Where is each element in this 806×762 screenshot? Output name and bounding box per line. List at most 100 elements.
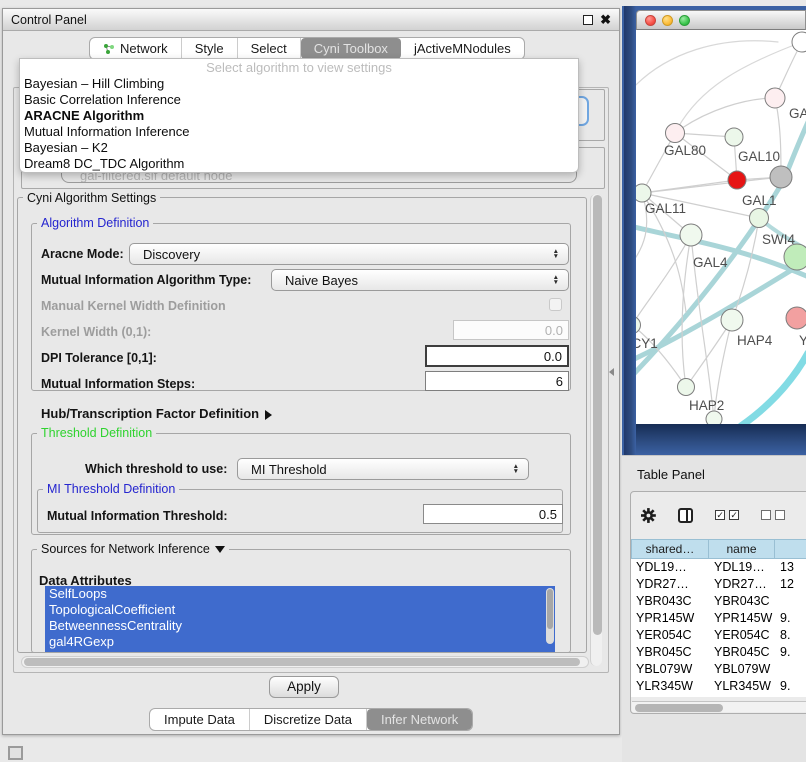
network-node[interactable] (680, 224, 702, 246)
settings-vertical-scrollbar[interactable] (590, 194, 602, 666)
network-edge[interactable] (675, 42, 802, 133)
network-graph[interactable]: GAL7GAL80GAL10GAL1GAL11SWI4GAL4GCY1HAP4Y… (636, 30, 806, 424)
algorithm-option[interactable]: Dream8 DC_TDC Algorithm (20, 156, 578, 172)
table-cell: YIL052C (709, 695, 775, 697)
network-node[interactable] (792, 32, 806, 52)
algorithm-option[interactable]: Bayesian – K2 (20, 140, 578, 156)
algorithm-option[interactable]: Bayesian – Hill Climbing (20, 76, 578, 92)
table-panel-body: ✓✓ shared…name YDL19…YDL19…13YDR27…YDR27… (630, 491, 806, 714)
network-node[interactable] (666, 124, 685, 143)
table-row[interactable]: YDR27…YDR27…12 (631, 576, 806, 593)
tab-select[interactable]: Select (238, 38, 301, 59)
table-row[interactable]: YBR045CYBR045C9. (631, 644, 806, 661)
which-threshold-select[interactable]: MI Threshold ▲▼ (237, 458, 529, 480)
expanded-arrow-icon (215, 546, 225, 553)
network-canvas[interactable]: GAL7GAL80GAL10GAL1GAL11SWI4GAL4GCY1HAP4Y… (636, 30, 806, 424)
network-node[interactable] (678, 379, 695, 396)
settings-horizontal-scrollbar[interactable] (21, 656, 589, 668)
data-attribute-item[interactable]: gal4RGexp (45, 634, 555, 650)
tab-network[interactable]: Network (90, 38, 182, 59)
mi-algorithm-type-select[interactable]: Naive Bayes ▲▼ (271, 269, 569, 291)
bottom-tab-impute-data[interactable]: Impute Data (150, 709, 250, 730)
algorithm-option[interactable]: ARACNE Algorithm (20, 108, 578, 124)
minimize-traffic-light-icon[interactable] (662, 15, 673, 26)
network-node[interactable] (728, 171, 746, 189)
table-row[interactable]: YDL19…YDL19…13 (631, 559, 806, 576)
column-header[interactable] (775, 539, 806, 559)
node-label: Y (799, 333, 806, 348)
network-node[interactable] (725, 128, 743, 146)
network-edge[interactable] (642, 133, 675, 193)
table-hscroll-thumb[interactable] (635, 704, 723, 712)
network-window-bottom-border (636, 424, 806, 455)
network-window-titlebar[interactable] (636, 10, 806, 30)
table-cell: YDL19… (709, 559, 775, 576)
network-icon (103, 43, 115, 55)
network-node[interactable] (765, 88, 785, 108)
attributes-scrollbar[interactable] (546, 588, 554, 644)
network-node[interactable] (784, 244, 806, 270)
manual-kernel-label: Manual Kernel Width Definition (41, 299, 226, 313)
network-node[interactable] (786, 307, 806, 329)
settings-vscroll-thumb[interactable] (593, 195, 602, 635)
algorithm-option[interactable]: Mutual Information Inference (20, 124, 578, 140)
attributes-scrollbar-thumb[interactable] (547, 589, 553, 629)
collapsed-panel-icon[interactable] (8, 746, 23, 760)
network-node[interactable] (636, 184, 651, 202)
table-row[interactable]: YBL079WYBL079W (631, 661, 806, 678)
data-attribute-item[interactable]: SelfLoops (45, 586, 555, 602)
deselect-all-columns-icon[interactable] (761, 510, 785, 520)
mi-steps-field[interactable]: 6 (425, 371, 569, 391)
mi-threshold-field[interactable]: 0.5 (423, 504, 563, 524)
table-body: YDL19…YDL19…13YDR27…YDR27…12YBR043CYBR04… (631, 559, 806, 697)
splitter-handle-icon[interactable] (609, 368, 614, 376)
data-attribute-item[interactable]: BetweennessCentrality (45, 618, 555, 634)
close-icon[interactable]: ✖ (600, 12, 611, 28)
select-all-columns-icon[interactable]: ✓✓ (715, 510, 739, 520)
table-row[interactable]: YER054CYER054C8. (631, 627, 806, 644)
gear-icon[interactable] (641, 507, 656, 524)
network-edge[interactable] (675, 98, 775, 133)
mi-algorithm-type-label: Mutual Information Algorithm Type: (41, 273, 251, 287)
table-cell: YLR345W (631, 678, 709, 695)
network-edge[interactable] (775, 98, 781, 177)
network-node[interactable] (770, 166, 792, 188)
show-columns-icon[interactable] (678, 508, 693, 523)
bottom-tab-discretize-data[interactable]: Discretize Data (250, 709, 367, 730)
threshold-definition-title: Threshold Definition (37, 426, 156, 440)
column-header[interactable]: name (709, 539, 775, 559)
bottom-tab-infer-network[interactable]: Infer Network (367, 709, 472, 730)
tab-style[interactable]: Style (182, 38, 238, 59)
apply-button[interactable]: Apply (269, 676, 339, 698)
data-attributes-list[interactable]: SelfLoopsTopologicalCoefficientBetweenne… (45, 586, 555, 652)
float-panel-icon[interactable] (583, 15, 593, 25)
collapsed-arrow-icon (265, 410, 272, 420)
table-cell: 9. (775, 678, 806, 695)
column-header[interactable]: shared… (631, 539, 709, 559)
network-edge[interactable] (741, 353, 806, 424)
table-row[interactable]: YPR145WYPR145W9. (631, 610, 806, 627)
table-horizontal-scrollbar[interactable] (632, 701, 806, 712)
tab-label: jActiveMNodules (414, 41, 511, 56)
aracne-mode-select[interactable]: Discovery ▲▼ (129, 243, 569, 265)
settings-hscroll-thumb[interactable] (24, 658, 580, 666)
combo-spinner-icon: ▲▼ (553, 275, 559, 285)
zoom-traffic-light-icon[interactable] (679, 15, 690, 26)
table-row[interactable]: YIL052CYIL052C9 (631, 695, 806, 697)
data-attribute-item[interactable]: TopologicalCoefficient (45, 602, 555, 618)
network-edge[interactable] (642, 177, 781, 193)
network-node[interactable] (750, 209, 769, 228)
tab-jactivemnodules[interactable]: jActiveMNodules (401, 38, 524, 59)
sources-group-title[interactable]: Sources for Network Inference (37, 542, 229, 556)
algorithm-option[interactable]: Basic Correlation Inference (20, 92, 578, 108)
dpi-tolerance-field[interactable]: 0.0 (425, 345, 569, 367)
network-node[interactable] (721, 309, 743, 331)
hub-definition-toggle[interactable]: Hub/Transcription Factor Definition (41, 406, 272, 421)
kernel-width-field[interactable]: 0.0 (453, 320, 569, 340)
manual-kernel-checkbox[interactable] (549, 298, 562, 311)
tab-cyni-toolbox[interactable]: Cyni Toolbox (301, 38, 401, 59)
table-row[interactable]: YBR043CYBR043C (631, 593, 806, 610)
table-row[interactable]: YLR345WYLR345W9. (631, 678, 806, 695)
close-traffic-light-icon[interactable] (645, 15, 656, 26)
network-edge[interactable] (636, 41, 778, 90)
